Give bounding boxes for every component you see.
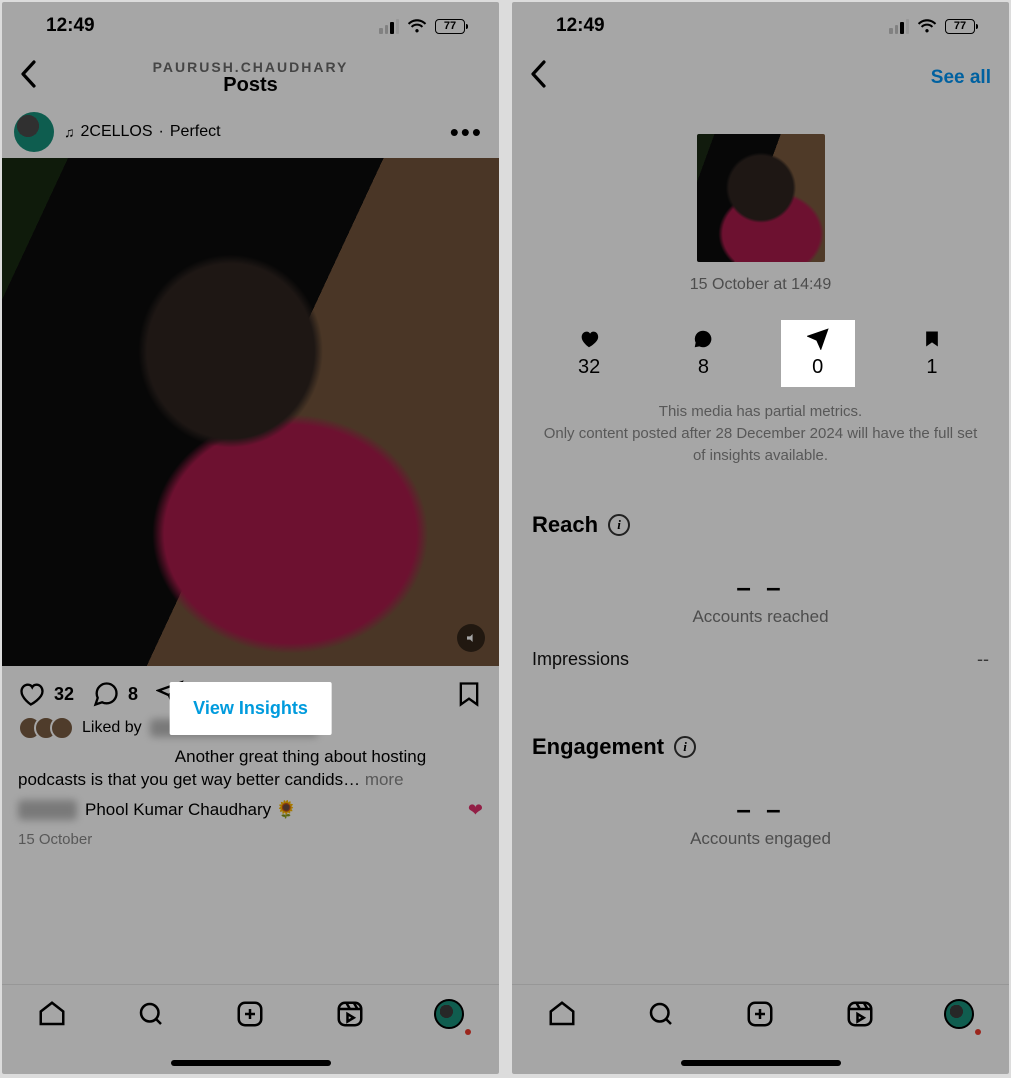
engagement-label: Accounts engaged bbox=[512, 829, 1009, 849]
caption-line1: Another great thing about hosting bbox=[175, 747, 426, 766]
partial-metrics-notice: This media has partial metrics. Only con… bbox=[512, 401, 1009, 490]
comment-icon bbox=[692, 328, 714, 350]
caption-more[interactable]: more bbox=[365, 770, 404, 789]
comment-like-icon[interactable]: ❤ bbox=[468, 800, 483, 821]
notification-badge bbox=[465, 1029, 471, 1035]
post-image[interactable] bbox=[2, 158, 499, 666]
engagement-header: Engagement i bbox=[512, 670, 1009, 768]
status-time: 12:49 bbox=[46, 15, 95, 37]
comment-row[interactable]: xxxxxx Phool Kumar Chaudhary 🌻 ❤ bbox=[2, 796, 499, 825]
home-indicator[interactable] bbox=[171, 1060, 331, 1066]
cellular-icon bbox=[889, 19, 909, 34]
wifi-icon bbox=[407, 19, 427, 34]
reach-title: Reach bbox=[532, 512, 598, 538]
post-caption[interactable]: xxxxxxxxxxxxxxxxxx Another great thing a… bbox=[2, 742, 499, 796]
music-attribution[interactable]: ♫ 2CELLOS · Perfect bbox=[64, 123, 221, 141]
impressions-label: Impressions bbox=[532, 649, 629, 670]
post-header: ♫ 2CELLOS · Perfect ••• bbox=[2, 106, 499, 158]
tab-search[interactable] bbox=[131, 999, 171, 1029]
status-indicators: 77 bbox=[379, 19, 465, 34]
status-bar: 12:49 77 bbox=[512, 2, 1009, 50]
tab-reels[interactable] bbox=[840, 999, 880, 1029]
stat-shares[interactable]: 0 bbox=[783, 322, 853, 385]
comment-count: 8 bbox=[128, 684, 138, 705]
status-indicators: 77 bbox=[889, 19, 975, 34]
impressions-row[interactable]: Impressions -- bbox=[512, 627, 1009, 670]
header-title: Posts bbox=[2, 74, 499, 97]
post-date: 15 October bbox=[2, 825, 499, 854]
stat-shares-count: 0 bbox=[812, 356, 823, 379]
commenter-name: Phool Kumar Chaudhary 🌻 bbox=[85, 800, 297, 820]
stat-likes-count: 32 bbox=[578, 356, 600, 379]
volume-icon[interactable] bbox=[457, 624, 485, 652]
liked-by-label: Liked by bbox=[82, 719, 142, 737]
view-insights-button[interactable]: View Insights bbox=[169, 682, 332, 735]
header-username: PAURUSH.CHAUDHARY bbox=[2, 59, 499, 75]
wifi-icon bbox=[917, 19, 937, 34]
save-button[interactable] bbox=[455, 680, 483, 708]
impressions-value: -- bbox=[977, 649, 989, 670]
tab-create[interactable] bbox=[740, 999, 780, 1029]
post-timestamp: 15 October at 14:49 bbox=[512, 276, 1009, 294]
avatar[interactable] bbox=[14, 112, 54, 152]
info-icon[interactable]: i bbox=[608, 514, 630, 536]
status-bar: 12:49 77 bbox=[2, 2, 499, 50]
comment-avatar-redacted: xxxxxx bbox=[18, 800, 77, 820]
bookmark-icon bbox=[922, 328, 942, 350]
post-thumbnail[interactable] bbox=[697, 134, 825, 262]
reach-header: Reach i bbox=[512, 490, 1009, 546]
screen-insights: 12:49 77 See all 15 October at 14:49 32 … bbox=[512, 2, 1009, 1074]
nav-header: See all bbox=[512, 50, 1009, 106]
more-options-button[interactable]: ••• bbox=[450, 117, 487, 148]
engagement-title: Engagement bbox=[532, 734, 664, 760]
comment-button[interactable]: 8 bbox=[92, 680, 138, 708]
stat-likes[interactable]: 32 bbox=[554, 322, 624, 385]
tab-create[interactable] bbox=[230, 999, 270, 1029]
tab-search[interactable] bbox=[641, 999, 681, 1029]
home-indicator[interactable] bbox=[681, 1060, 841, 1066]
notification-badge bbox=[975, 1029, 981, 1035]
tab-home[interactable] bbox=[542, 999, 582, 1029]
separator: · bbox=[159, 123, 164, 141]
back-button[interactable] bbox=[14, 60, 44, 96]
screen-post: 12:49 77 PAURUSH.CHAUDHARY Posts ♫ 2CELL… bbox=[2, 2, 499, 1074]
music-artist: 2CELLOS bbox=[81, 123, 153, 141]
heart-icon bbox=[578, 328, 600, 350]
stats-row: 32 8 0 1 bbox=[512, 314, 1009, 401]
caption-line2: podcasts is that you get way better cand… bbox=[18, 770, 360, 789]
engagement-value: – – bbox=[512, 794, 1009, 825]
reach-label: Accounts reached bbox=[512, 607, 1009, 627]
share-icon bbox=[807, 328, 829, 350]
battery-icon: 77 bbox=[945, 19, 975, 34]
see-all-link[interactable]: See all bbox=[931, 67, 991, 89]
liked-by-avatars bbox=[18, 716, 74, 740]
tab-profile[interactable] bbox=[939, 999, 979, 1029]
stat-saves[interactable]: 1 bbox=[897, 322, 967, 385]
stat-saves-count: 1 bbox=[926, 356, 937, 379]
stat-comments[interactable]: 8 bbox=[668, 322, 738, 385]
nav-header: PAURUSH.CHAUDHARY Posts bbox=[2, 50, 499, 106]
battery-icon: 77 bbox=[435, 19, 465, 34]
stat-comments-count: 8 bbox=[698, 356, 709, 379]
status-time: 12:49 bbox=[556, 15, 605, 37]
like-count: 32 bbox=[54, 684, 74, 705]
reach-value: – – bbox=[512, 572, 1009, 603]
music-track: Perfect bbox=[170, 123, 221, 141]
tab-home[interactable] bbox=[32, 999, 72, 1029]
tab-reels[interactable] bbox=[330, 999, 370, 1029]
info-icon[interactable]: i bbox=[674, 736, 696, 758]
like-button[interactable]: 32 bbox=[18, 680, 74, 708]
cellular-icon bbox=[379, 19, 399, 34]
back-button[interactable] bbox=[524, 60, 554, 96]
music-note-icon: ♫ bbox=[64, 124, 75, 140]
tab-profile[interactable] bbox=[429, 999, 469, 1029]
